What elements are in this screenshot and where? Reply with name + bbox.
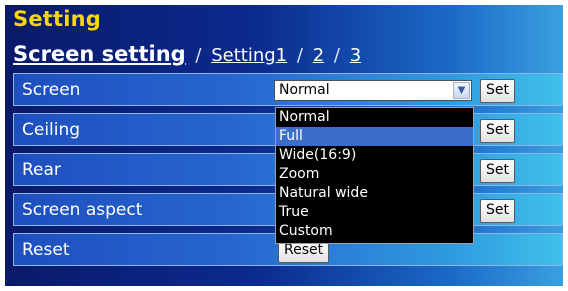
setting-label: Ceiling bbox=[22, 120, 81, 140]
dropdown-option[interactable]: Zoom bbox=[276, 165, 473, 184]
setting-label: Screen aspect bbox=[22, 200, 143, 220]
set-button[interactable]: Set bbox=[480, 159, 515, 183]
breadcrumb-separator: / bbox=[296, 45, 303, 66]
chevron-down-icon[interactable]: ▼ bbox=[453, 82, 470, 99]
breadcrumb: Screen setting / Setting1 / 2 / 3 bbox=[13, 42, 361, 68]
breadcrumb-separator: / bbox=[195, 45, 202, 66]
breadcrumb-separator: / bbox=[333, 45, 340, 66]
set-button[interactable]: Set bbox=[480, 79, 515, 103]
breadcrumb-current: Screen setting bbox=[13, 42, 186, 66]
page-title: Setting bbox=[13, 7, 102, 31]
setting-row-screen: Screen Normal ▼ Set bbox=[13, 73, 563, 106]
setting-label: Screen bbox=[22, 80, 81, 100]
dropdown-option[interactable]: Custom bbox=[276, 222, 473, 241]
dropdown-option[interactable]: True bbox=[276, 203, 473, 222]
setting-label: Rear bbox=[22, 160, 61, 180]
dropdown-option[interactable]: Normal bbox=[276, 108, 473, 127]
screen-select[interactable]: Normal ▼ bbox=[274, 80, 472, 101]
select-value: Normal bbox=[279, 82, 330, 98]
screen-select-dropdown: Normal Full Wide(16:9) Zoom Natural wide… bbox=[275, 107, 474, 244]
setting-label: Reset bbox=[22, 240, 70, 260]
dropdown-option-highlighted[interactable]: Full bbox=[276, 127, 473, 146]
dropdown-option[interactable]: Wide(16:9) bbox=[276, 146, 473, 165]
breadcrumb-link-setting1[interactable]: Setting1 bbox=[211, 45, 287, 66]
dropdown-option[interactable]: Natural wide bbox=[276, 184, 473, 203]
set-button[interactable]: Set bbox=[480, 119, 515, 143]
breadcrumb-link-2[interactable]: 2 bbox=[313, 45, 324, 66]
breadcrumb-link-3[interactable]: 3 bbox=[350, 45, 361, 66]
set-button[interactable]: Set bbox=[480, 199, 515, 223]
settings-panel: Setting Screen setting / Setting1 / 2 / … bbox=[5, 5, 563, 286]
